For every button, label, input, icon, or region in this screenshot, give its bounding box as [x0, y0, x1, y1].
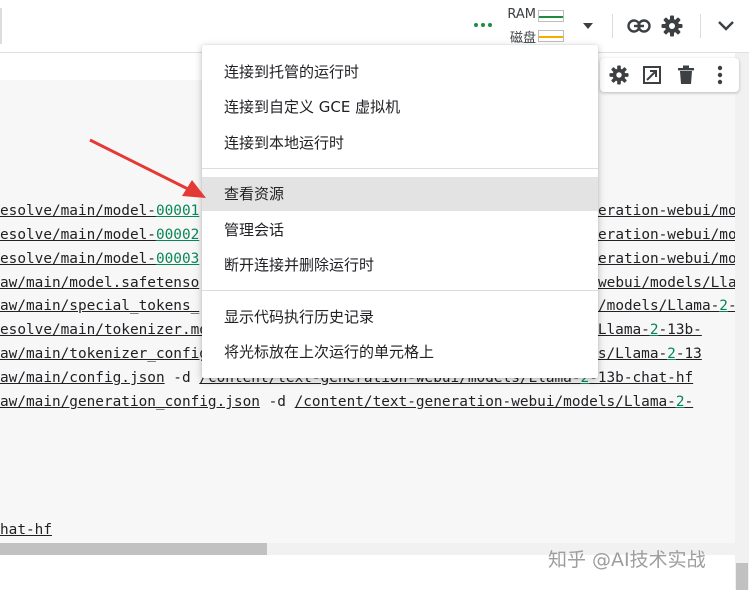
disk-meter — [538, 30, 564, 42]
code-text: esolve/main/tokenizer.model — [0, 322, 234, 338]
code-text: esolve/main/model- — [0, 203, 156, 219]
code-line: aw/main/generation_config.json -d /conte… — [0, 394, 735, 414]
code-text: aw/main/generation_config.json — [0, 394, 260, 410]
code-path-segment: webui/models/Lla — [598, 275, 735, 291]
code-path: -13 — [675, 346, 702, 362]
ram-meter-fill — [539, 16, 563, 18]
ram-meter — [538, 10, 564, 22]
code-path-segment: /models/Llama-2- — [598, 298, 735, 314]
runtime-dropdown-menu: 连接到托管的运行时 连接到自定义 GCE 虚拟机 连接到本地运行时 查看资源 管… — [202, 45, 598, 378]
vertical-scrollbar-thumb[interactable] — [736, 563, 748, 590]
delete-icon[interactable] — [674, 63, 698, 87]
code-text: eration-webui/mo — [598, 251, 735, 267]
code-text: aw/main/special_tokens_ — [0, 298, 200, 314]
code-text: - — [728, 298, 735, 314]
code-text: eration-webui/mo — [598, 203, 735, 219]
mirror-cell-icon[interactable] — [640, 63, 664, 87]
code-path: /content/text-generation-webui/models/Ll… — [294, 394, 676, 410]
code-number: 2 — [667, 346, 676, 362]
code-path-segment: eration-webui/mo — [598, 227, 735, 243]
code-number: 00002 — [155, 227, 200, 243]
horizontal-scrollbar-thumb[interactable] — [0, 543, 267, 555]
code-flag: -d — [173, 370, 191, 386]
code-number: 2 — [649, 322, 659, 338]
menu-item-manage-sessions[interactable]: 管理会话 — [202, 213, 598, 247]
code-text: /models/Llama- — [598, 298, 720, 314]
code-text: eration-webui/mo — [598, 227, 735, 243]
menu-divider — [202, 290, 598, 291]
code-flag: -d — [268, 394, 286, 410]
gear-icon[interactable] — [658, 12, 686, 40]
toolbar-divider-2 — [700, 14, 701, 38]
menu-item-view-resources[interactable]: 查看资源 — [202, 177, 598, 211]
menu-item-connect-local-runtime[interactable]: 连接到本地运行时 — [202, 126, 598, 160]
link-icon[interactable] — [625, 12, 653, 40]
ram-label: RAM — [507, 7, 536, 22]
code-text: esolve/main/model- — [0, 251, 156, 267]
code-text: aw/main/config.json — [0, 370, 165, 386]
watermark: 知乎 @AI技术实战 — [548, 549, 706, 571]
code-path: - — [684, 394, 694, 410]
resource-monitor[interactable]: RAM 磁盘 — [500, 7, 570, 47]
toolbar-divider — [612, 14, 613, 38]
disk-label: 磁盘 — [509, 31, 536, 46]
cell-toolbar — [600, 58, 739, 92]
dropdown-caret-icon[interactable] — [574, 12, 602, 40]
connection-dots-icon[interactable] — [474, 23, 492, 29]
menu-item-connect-gce-vm[interactable]: 连接到自定义 GCE 虚拟机 — [202, 90, 598, 124]
vertical-scrollbar[interactable] — [735, 53, 749, 590]
code-number: 2 — [719, 298, 728, 314]
code-number: 00003 — [155, 251, 200, 267]
code-text: hat-hf — [0, 522, 52, 538]
code-number: 00001 — [155, 203, 200, 219]
menu-item-show-execution-history[interactable]: 显示代码执行历史记录 — [202, 300, 598, 334]
code-text: webui/models/Lla — [598, 275, 735, 291]
disk-meter-fill — [539, 36, 563, 38]
annotation-arrow-icon — [89, 138, 206, 198]
menu-item-focus-last-run-cell[interactable]: 将光标放在上次运行的单元格上 — [202, 335, 598, 369]
code-line-last: hat-hf — [0, 522, 52, 542]
code-path: -13b- — [658, 322, 702, 338]
menu-item-connect-hosted-runtime[interactable]: 连接到托管的运行时 — [202, 55, 598, 89]
code-path-segment: eration-webui/mo — [598, 251, 735, 267]
chevron-down-icon[interactable] — [712, 12, 740, 40]
toolbar-edge — [0, 8, 2, 44]
code-text: esolve/main/model- — [0, 227, 156, 243]
settings-icon[interactable] — [607, 63, 631, 87]
menu-item-disconnect-delete-runtime[interactable]: 断开连接并删除运行时 — [202, 248, 598, 282]
code-path: -13b-chat-hf — [589, 370, 694, 386]
more-vert-icon[interactable] — [708, 63, 732, 87]
code-text: aw/main/model.safetenso — [0, 275, 200, 291]
menu-divider — [202, 168, 598, 169]
code-path-segment: eration-webui/mo — [598, 203, 735, 219]
